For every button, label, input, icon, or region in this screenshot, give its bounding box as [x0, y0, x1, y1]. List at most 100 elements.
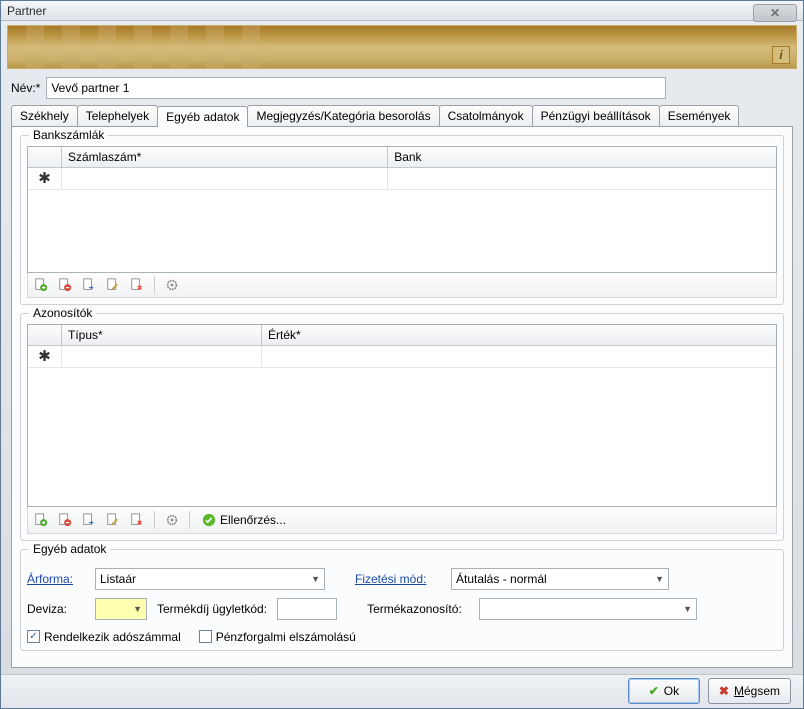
toolbar-separator	[154, 511, 155, 529]
header-banner: i	[7, 25, 797, 69]
ids-cell-value[interactable]	[262, 346, 776, 367]
group-egyeb-adatok: Egyéb adatok Árforma: Listaár ▼ Fizetési…	[20, 549, 784, 651]
deviza-label: Deviza:	[27, 602, 85, 616]
add-button[interactable]	[32, 276, 50, 294]
bank-cell-account[interactable]	[62, 168, 388, 189]
name-input[interactable]	[46, 77, 666, 99]
toolbar-separator	[154, 276, 155, 294]
ok-label: Ok	[664, 684, 679, 698]
tab-megjegyzes[interactable]: Megjegyzés/Kategória besorolás	[247, 105, 439, 126]
tab-strip: Székhely Telephelyek Egyéb adatok Megjeg…	[11, 105, 793, 126]
arforma-select[interactable]: Listaár ▼	[95, 568, 325, 590]
remove-button[interactable]	[56, 511, 74, 529]
page-arrow-icon	[82, 513, 96, 527]
chevron-down-icon: ▼	[133, 604, 142, 614]
info-button[interactable]: i	[772, 46, 790, 64]
ids-header-value[interactable]: Érték*	[262, 325, 776, 345]
page-remove-icon	[58, 278, 72, 292]
chevron-down-icon: ▼	[311, 574, 320, 584]
page-add-icon	[34, 513, 48, 527]
chevron-down-icon: ▼	[683, 604, 692, 614]
edit-button[interactable]	[104, 276, 122, 294]
edit-button[interactable]	[104, 511, 122, 529]
delete-button[interactable]	[128, 511, 146, 529]
bank-header-account[interactable]: Számlaszám*	[62, 147, 388, 167]
bank-header-bank[interactable]: Bank	[388, 147, 776, 167]
arforma-value: Listaár	[100, 572, 136, 586]
tab-telephelyek[interactable]: Telephelyek	[77, 105, 158, 126]
toolbar-bank	[27, 273, 777, 298]
ids-header-type[interactable]: Típus*	[62, 325, 262, 345]
export-button[interactable]	[80, 276, 98, 294]
gear-icon	[165, 513, 179, 527]
toolbar-ids: Ellenőrzés...	[27, 507, 777, 534]
new-row-marker: ✱	[28, 168, 62, 189]
fizmod-select[interactable]: Átutalás - normál ▼	[451, 568, 669, 590]
grid-bank-body: ✱	[28, 168, 776, 272]
settings-button[interactable]	[163, 511, 181, 529]
tab-egyeb-adatok[interactable]: Egyéb adatok	[157, 106, 248, 127]
close-icon: ✕	[770, 6, 780, 20]
group-bankszamlak: Bankszámlák Számlaszám* Bank ✱	[20, 135, 784, 305]
cancel-label: Mégsem	[734, 684, 780, 698]
chevron-down-icon: ▼	[655, 574, 664, 584]
x-icon: ✖	[719, 684, 729, 698]
ids-cell-type[interactable]	[62, 346, 262, 367]
group-azonositok: Azonosítók Típus* Érték* ✱	[20, 313, 784, 541]
fizmod-value: Átutalás - normál	[456, 572, 547, 586]
penzforgalmi-checkbox[interactable]: Pénzforgalmi elszámolású	[199, 630, 356, 644]
close-button[interactable]: ✕	[753, 4, 797, 22]
tab-szekhely[interactable]: Székhely	[11, 105, 78, 126]
arforma-label[interactable]: Árforma:	[27, 572, 85, 586]
fizmod-label[interactable]: Fizetési mód:	[355, 572, 441, 586]
adoszam-checkbox[interactable]: ✓ Rendelkezik adószámmal	[27, 630, 181, 644]
add-button[interactable]	[32, 511, 50, 529]
adoszam-label: Rendelkezik adószámmal	[44, 630, 181, 644]
penzforgalmi-label: Pénzforgalmi elszámolású	[216, 630, 356, 644]
checkbox-icon	[199, 630, 212, 643]
tab-csatolmanyok[interactable]: Csatolmányok	[439, 105, 533, 126]
page-edit-icon	[106, 278, 120, 292]
tab-panel-egyeb: Bankszámlák Számlaszám* Bank ✱	[11, 126, 793, 668]
tab-penzugyi[interactable]: Pénzügyi beállítások	[532, 105, 660, 126]
dialog-button-bar: ✔ Ok ✖ Mégsem	[1, 674, 803, 708]
checkbox-icon: ✓	[27, 630, 40, 643]
page-remove-icon	[58, 513, 72, 527]
settings-button[interactable]	[163, 276, 181, 294]
grid-ids[interactable]: Típus* Érték* ✱	[27, 324, 777, 507]
grid-bank-header: Számlaszám* Bank	[28, 147, 776, 168]
tab-esemenyek[interactable]: Események	[659, 105, 740, 126]
cancel-button[interactable]: ✖ Mégsem	[708, 678, 791, 704]
page-arrow-icon	[82, 278, 96, 292]
ok-button[interactable]: ✔ Ok	[628, 678, 700, 704]
termekazon-label: Termékazonosító:	[367, 602, 469, 616]
table-row[interactable]: ✱	[28, 168, 776, 190]
remove-button[interactable]	[56, 276, 74, 294]
titlebar[interactable]: Partner ✕	[1, 1, 803, 21]
termekazon-select[interactable]: ▼	[479, 598, 697, 620]
form-row-2: Deviza: ▼ Termékdíj ügyletkód: Termékazo…	[27, 598, 777, 620]
grid-ids-header: Típus* Érték*	[28, 325, 776, 346]
name-row: Név:*	[11, 77, 793, 99]
grid-bank[interactable]: Számlaszám* Bank ✱	[27, 146, 777, 273]
export-button[interactable]	[80, 511, 98, 529]
delete-button[interactable]	[128, 276, 146, 294]
table-row[interactable]: ✱	[28, 346, 776, 368]
check-icon: ✔	[649, 684, 659, 698]
new-row-marker: ✱	[28, 346, 62, 367]
page-add-icon	[34, 278, 48, 292]
deviza-select[interactable]: ▼	[95, 598, 147, 620]
verify-button[interactable]: Ellenőrzés...	[198, 510, 290, 530]
partner-window: Partner ✕ i Név:* Székhely Telephelyek E…	[0, 0, 804, 709]
banner-decoration	[8, 26, 268, 69]
check-circle-icon	[202, 513, 216, 527]
page-edit-icon	[106, 513, 120, 527]
ids-header-marker	[28, 325, 62, 345]
termekdij-input[interactable]	[277, 598, 337, 620]
termekdij-label: Termékdíj ügyletkód:	[157, 602, 267, 616]
window-title: Partner	[7, 4, 46, 18]
checkbox-row: ✓ Rendelkezik adószámmal Pénzforgalmi el…	[27, 630, 777, 644]
bank-cell-bank[interactable]	[388, 168, 776, 189]
bank-header-marker	[28, 147, 62, 167]
info-icon: i	[779, 48, 782, 62]
